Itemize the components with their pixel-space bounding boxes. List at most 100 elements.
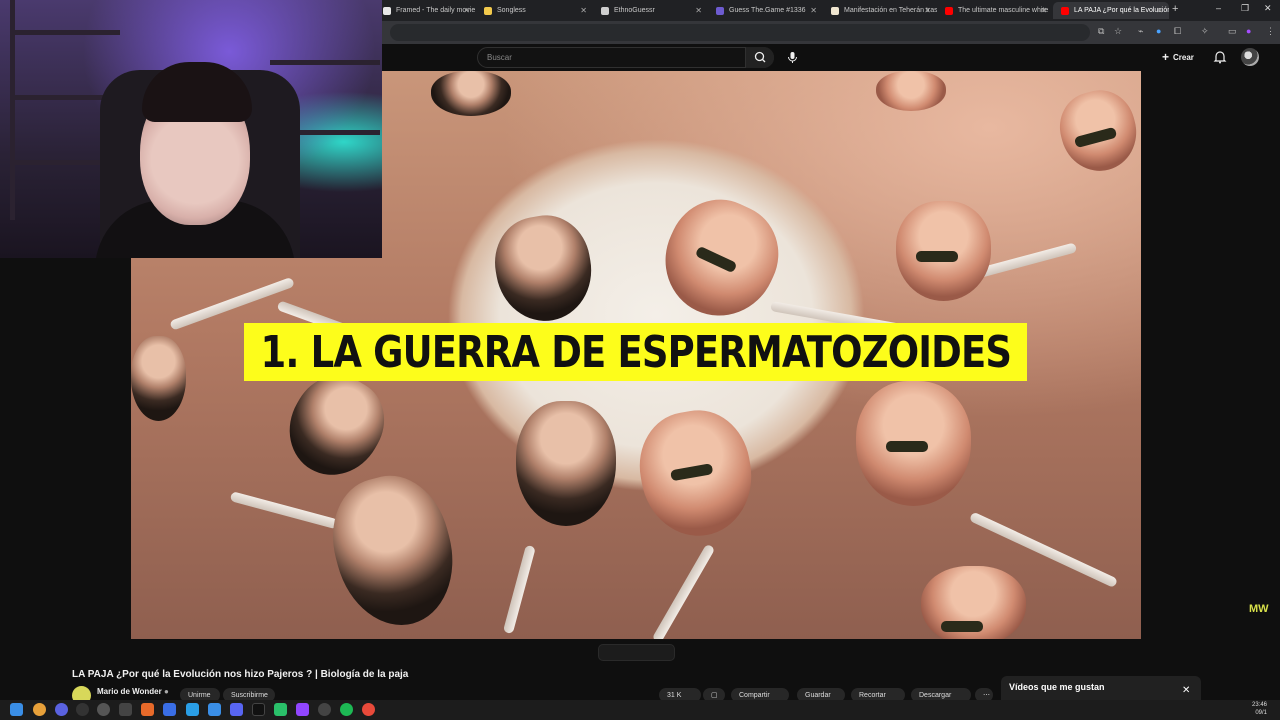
browser-tab[interactable]: EthnoGuessr ✕ xyxy=(593,2,708,19)
sperm-head-bald xyxy=(921,566,1026,639)
system-clock[interactable]: 23:46 09/1 xyxy=(1252,701,1267,717)
video-title: LA PAJA ¿Por qué la Evolución nos hizo P… xyxy=(72,669,409,680)
sperm-head-bearded xyxy=(318,463,469,639)
minimize-icon[interactable]: – xyxy=(1216,3,1221,13)
player-scrub-preview[interactable] xyxy=(598,644,675,661)
clock-date: 09/1 xyxy=(1255,710,1268,716)
plus-icon: + xyxy=(1162,50,1170,64)
tab-favicon-icon xyxy=(383,6,391,15)
tab-close-icon[interactable]: ✕ xyxy=(1156,6,1163,15)
browser-tab[interactable]: Manifestación en Teherán tras ✕ xyxy=(823,2,937,19)
app-icon[interactable] xyxy=(141,703,154,716)
sperm-head-bearded xyxy=(516,401,616,526)
tab-close-icon[interactable]: ✕ xyxy=(580,6,587,15)
tab-close-icon[interactable]: ✕ xyxy=(463,6,470,15)
browser-tab[interactable]: Guess The.Game #1336 ✕ xyxy=(708,2,823,19)
tiktok-icon[interactable] xyxy=(252,703,265,716)
browser-tab[interactable]: Songless ✕ xyxy=(476,2,593,19)
sperm-tail xyxy=(651,543,716,639)
app-icon[interactable] xyxy=(163,703,176,716)
tab-label: Songless xyxy=(497,7,526,14)
shelf xyxy=(10,30,120,35)
sperm-head-bearded xyxy=(131,336,186,421)
bookmark-star-icon[interactable]: ☆ xyxy=(1114,26,1122,37)
sperm-head-bald xyxy=(856,381,971,506)
microphone-icon xyxy=(788,52,797,63)
address-bar[interactable] xyxy=(390,24,1090,41)
sperm-head-bald xyxy=(1051,82,1141,180)
browser-tab[interactable]: The ultimate masculine white ✕ xyxy=(937,2,1053,19)
create-button[interactable]: + Crear xyxy=(1162,49,1194,65)
bell-icon xyxy=(1213,51,1227,64)
tab-favicon-icon xyxy=(1061,6,1069,15)
twitch-icon[interactable] xyxy=(296,703,309,716)
search-input[interactable] xyxy=(479,48,741,67)
search-button[interactable] xyxy=(745,47,774,68)
extension-icon[interactable]: ⌁ xyxy=(1138,26,1143,37)
account-avatar[interactable] xyxy=(1241,48,1259,66)
windows-start-icon[interactable] xyxy=(10,703,23,716)
install-icon[interactable]: ⧉ xyxy=(1098,26,1104,37)
app-icon[interactable] xyxy=(97,703,110,716)
app-icon[interactable] xyxy=(55,703,68,716)
browser-tab[interactable]: LA PAJA ¿Por qué la Evolución ✕ xyxy=(1053,2,1169,19)
spotify-icon[interactable] xyxy=(340,703,353,716)
browser-tab[interactable]: Framed - The daily movie gu✕ xyxy=(375,2,476,19)
chrome-icon[interactable] xyxy=(362,703,375,716)
sperm-head-bald xyxy=(876,71,946,111)
sperm-tail xyxy=(229,491,339,530)
tab-favicon-icon xyxy=(945,6,953,15)
liked-videos-title: Vídeos que me gustan xyxy=(1009,682,1105,692)
tab-label: Manifestación en Teherán tras xyxy=(844,7,937,14)
verified-icon: ● xyxy=(163,687,169,696)
discord-icon[interactable] xyxy=(230,703,243,716)
tab-favicon-icon xyxy=(484,6,492,15)
tab-label: EthnoGuessr xyxy=(614,7,655,14)
search-icon xyxy=(754,51,766,63)
sperm-head-bald xyxy=(896,201,991,301)
app-icon[interactable] xyxy=(208,703,221,716)
app-icon[interactable] xyxy=(76,703,89,716)
tab-close-icon[interactable]: ✕ xyxy=(924,6,931,15)
reading-list-icon[interactable]: ✧ xyxy=(1201,26,1209,37)
channel-name[interactable]: Mario de Wonder ● xyxy=(97,687,169,696)
video-overlay-title: 1. LA GUERRA DE ESPERMATOZOIDES xyxy=(244,323,1027,381)
sperm-head-bearded xyxy=(431,71,511,116)
create-label: Crear xyxy=(1173,52,1194,62)
like-count: 31 K xyxy=(667,691,682,699)
search-taskbar-icon[interactable] xyxy=(33,703,46,716)
tab-close-icon[interactable]: ✕ xyxy=(810,6,817,15)
channel-name-text: Mario de Wonder xyxy=(97,687,162,696)
tab-close-icon[interactable]: ✕ xyxy=(1040,6,1047,15)
voice-search-button[interactable] xyxy=(782,47,803,68)
channel-watermark[interactable]: MW xyxy=(1249,604,1269,615)
webcam-overlay xyxy=(0,0,382,258)
clock-time: 23:46 xyxy=(1252,702,1268,708)
tab-label: Guess The.Game #1336 xyxy=(729,7,806,14)
tab-favicon-icon xyxy=(831,6,839,15)
app-icon[interactable] xyxy=(318,703,331,716)
tab-favicon-icon xyxy=(601,6,609,15)
app-icon[interactable] xyxy=(119,703,132,716)
new-tab-button[interactable]: + xyxy=(1172,3,1178,15)
sperm-tail xyxy=(502,544,536,635)
tab-close-icon[interactable]: ✕ xyxy=(695,6,702,15)
sperm-head-bearded xyxy=(487,208,600,329)
telegram-icon[interactable] xyxy=(186,703,199,716)
close-window-icon[interactable]: ✕ xyxy=(1264,3,1272,14)
tab-label: LA PAJA ¿Por qué la Evolución xyxy=(1074,7,1169,14)
tab-label: The ultimate masculine white xyxy=(958,7,1049,14)
browser-menu-icon[interactable]: ⋮ xyxy=(1266,26,1275,37)
profile-icon[interactable]: ● xyxy=(1246,26,1251,36)
extension-blue-icon[interactable]: ● xyxy=(1156,26,1161,36)
sperm-head-bald xyxy=(630,402,762,545)
extensions-puzzle-icon[interactable]: ⧠ xyxy=(1174,26,1181,37)
sidepanel-icon[interactable]: ▭ xyxy=(1228,26,1237,37)
tab-favicon-icon xyxy=(716,6,724,15)
close-icon[interactable]: ✕ xyxy=(1182,685,1190,696)
maximize-icon[interactable]: ❐ xyxy=(1241,3,1249,14)
video-overlay-title-text: 1. LA GUERRA DE ESPERMATOZOIDES xyxy=(260,326,1012,378)
shelf xyxy=(270,60,380,65)
app-icon[interactable] xyxy=(274,703,287,716)
notifications-button[interactable] xyxy=(1212,49,1228,70)
